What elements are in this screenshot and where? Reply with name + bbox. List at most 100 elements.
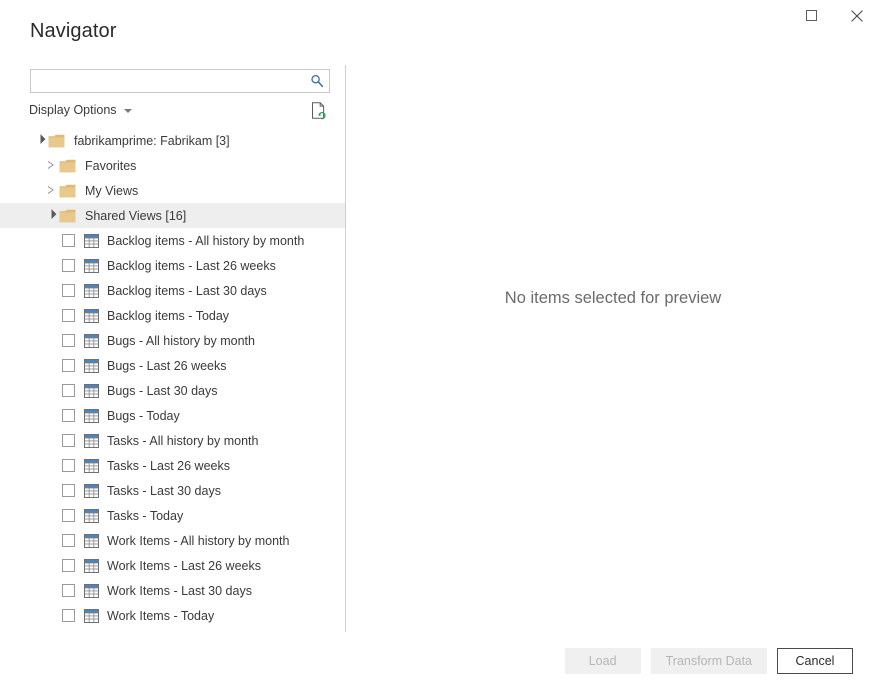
- tree-leaf-item[interactable]: Tasks - Last 26 weeks: [0, 453, 345, 478]
- table-icon: [84, 283, 99, 298]
- item-checkbox[interactable]: [62, 284, 75, 297]
- search-button[interactable]: [305, 70, 329, 92]
- expander-my-views[interactable]: [43, 178, 59, 203]
- tree-leaf-item[interactable]: Bugs - Last 30 days: [0, 378, 345, 403]
- tree-leaf-item[interactable]: Tasks - Last 30 days: [0, 478, 345, 503]
- tree-leaf-label: Tasks - Last 26 weeks: [107, 458, 230, 473]
- expander-favorites[interactable]: [43, 153, 59, 178]
- expander-root[interactable]: [32, 128, 48, 153]
- search-input[interactable]: [35, 70, 305, 92]
- table-icon: [84, 258, 99, 273]
- tree-leaf-item[interactable]: Work Items - All history by month: [0, 528, 345, 553]
- tree-node-my-views[interactable]: My Views: [0, 178, 345, 203]
- tree-node-label: fabrikamprime: Fabrikam [3]: [74, 133, 230, 148]
- item-checkbox[interactable]: [62, 409, 75, 422]
- triangle-expanded-icon: [35, 134, 45, 145]
- item-checkbox[interactable]: [62, 334, 75, 347]
- tree-leaf-label: Work Items - Today: [107, 608, 215, 623]
- maximize-button[interactable]: [788, 0, 834, 31]
- item-checkbox[interactable]: [62, 559, 75, 572]
- tree-leaf-label: Bugs - Last 30 days: [107, 383, 218, 398]
- tree-leaf-label: Tasks - All history by month: [107, 433, 259, 448]
- tree-leaf-item[interactable]: Work Items - Today: [0, 603, 345, 628]
- tree-leaf-label: Tasks - Today: [107, 508, 184, 523]
- tree-leaf-label: Work Items - All history by month: [107, 533, 290, 548]
- table-icon: [84, 308, 99, 323]
- tree-node-root[interactable]: fabrikamprime: Fabrikam [3]: [0, 128, 345, 153]
- footer-buttons: Load Transform Data Cancel: [564, 648, 853, 674]
- close-button[interactable]: [834, 0, 880, 31]
- maximize-icon: [805, 10, 817, 21]
- transform-data-button[interactable]: Transform Data: [650, 648, 767, 674]
- expander-shared-views[interactable]: [43, 203, 59, 228]
- refresh-preview-button[interactable]: [311, 102, 328, 120]
- tree-leaf-item[interactable]: Backlog items - All history by month: [0, 228, 345, 253]
- tree-leaf-label: Work Items - Last 26 weeks: [107, 558, 261, 573]
- table-icon: [84, 433, 99, 448]
- tree-node-label: Shared Views [16]: [85, 208, 187, 223]
- tree-node-favorites[interactable]: Favorites: [0, 153, 345, 178]
- tree-leaf-label: Bugs - All history by month: [107, 333, 255, 348]
- tree-node-label: My Views: [85, 183, 139, 198]
- item-checkbox[interactable]: [62, 484, 75, 497]
- table-icon: [84, 458, 99, 473]
- item-checkbox[interactable]: [62, 459, 75, 472]
- item-checkbox[interactable]: [62, 584, 75, 597]
- tree-leaf-item[interactable]: Bugs - Today: [0, 403, 345, 428]
- table-icon: [84, 483, 99, 498]
- tree-node-label: Favorites: [85, 158, 137, 173]
- tree-leaf-item[interactable]: Bugs - Last 26 weeks: [0, 353, 345, 378]
- tree-leaf-item[interactable]: Backlog items - Last 30 days: [0, 278, 345, 303]
- tree-leaf-item[interactable]: Tasks - All history by month: [0, 428, 345, 453]
- tree-leaf-label: Bugs - Today: [107, 408, 180, 423]
- tree-leaf-label: Work Items - Last 30 days: [107, 583, 252, 598]
- triangle-collapsed-icon: [48, 187, 54, 195]
- close-icon: [851, 9, 863, 22]
- cancel-button[interactable]: Cancel: [777, 648, 853, 674]
- folder-icon: [59, 184, 76, 197]
- item-checkbox[interactable]: [62, 359, 75, 372]
- table-icon: [84, 533, 99, 548]
- refresh-document-icon: [312, 102, 326, 120]
- tree-node-shared-views[interactable]: Shared Views [16]: [0, 203, 345, 228]
- table-icon: [84, 608, 99, 623]
- tree-leaf-item[interactable]: Backlog items - Last 26 weeks: [0, 253, 345, 278]
- item-checkbox[interactable]: [62, 309, 75, 322]
- item-checkbox[interactable]: [62, 534, 75, 547]
- tree-leaf-item[interactable]: Work Items - Last 26 weeks: [0, 553, 345, 578]
- tree-leaf-label: Backlog items - Last 30 days: [107, 283, 267, 298]
- tree-leaf-item[interactable]: Work Items - Last 30 days: [0, 578, 345, 603]
- table-icon: [84, 408, 99, 423]
- object-tree[interactable]: fabrikamprime: Fabrikam [3] Favorites My…: [0, 128, 345, 628]
- display-options-dropdown[interactable]: Display Options: [29, 102, 132, 118]
- item-checkbox[interactable]: [62, 434, 75, 447]
- navigator-dialog: Navigator Display Options fabrikamprime:…: [0, 0, 880, 700]
- preview-empty-message: No items selected for preview: [504, 289, 722, 307]
- tree-leaf-list: Backlog items - All history by month Back…: [0, 228, 345, 628]
- item-checkbox[interactable]: [62, 609, 75, 622]
- window-controls: [788, 0, 880, 31]
- tree-leaf-item[interactable]: Backlog items - Today: [0, 303, 345, 328]
- folder-icon: [48, 134, 65, 147]
- tree-leaf-label: Backlog items - All history by month: [107, 233, 305, 248]
- item-checkbox[interactable]: [62, 259, 75, 272]
- load-button[interactable]: Load: [564, 648, 641, 674]
- table-icon: [84, 333, 99, 348]
- dialog-footer: Load Transform Data Cancel: [0, 632, 880, 700]
- item-checkbox[interactable]: [62, 384, 75, 397]
- item-checkbox[interactable]: [62, 234, 75, 247]
- tree-leaf-label: Backlog items - Today: [107, 308, 230, 323]
- triangle-collapsed-icon: [48, 162, 54, 170]
- folder-icon: [59, 209, 76, 222]
- search-icon: [311, 74, 324, 88]
- navigation-panel: Display Options fabrikamprime: Fabrikam …: [0, 62, 345, 632]
- table-icon: [84, 558, 99, 573]
- table-icon: [84, 233, 99, 248]
- search-box[interactable]: [30, 69, 330, 93]
- display-options-label: Display Options: [29, 103, 117, 117]
- tree-leaf-item[interactable]: Bugs - All history by month: [0, 328, 345, 353]
- item-checkbox[interactable]: [62, 509, 75, 522]
- tree-leaf-item[interactable]: Tasks - Today: [0, 503, 345, 528]
- page-title: Navigator: [30, 20, 117, 42]
- tree-leaf-label: Bugs - Last 26 weeks: [107, 358, 227, 373]
